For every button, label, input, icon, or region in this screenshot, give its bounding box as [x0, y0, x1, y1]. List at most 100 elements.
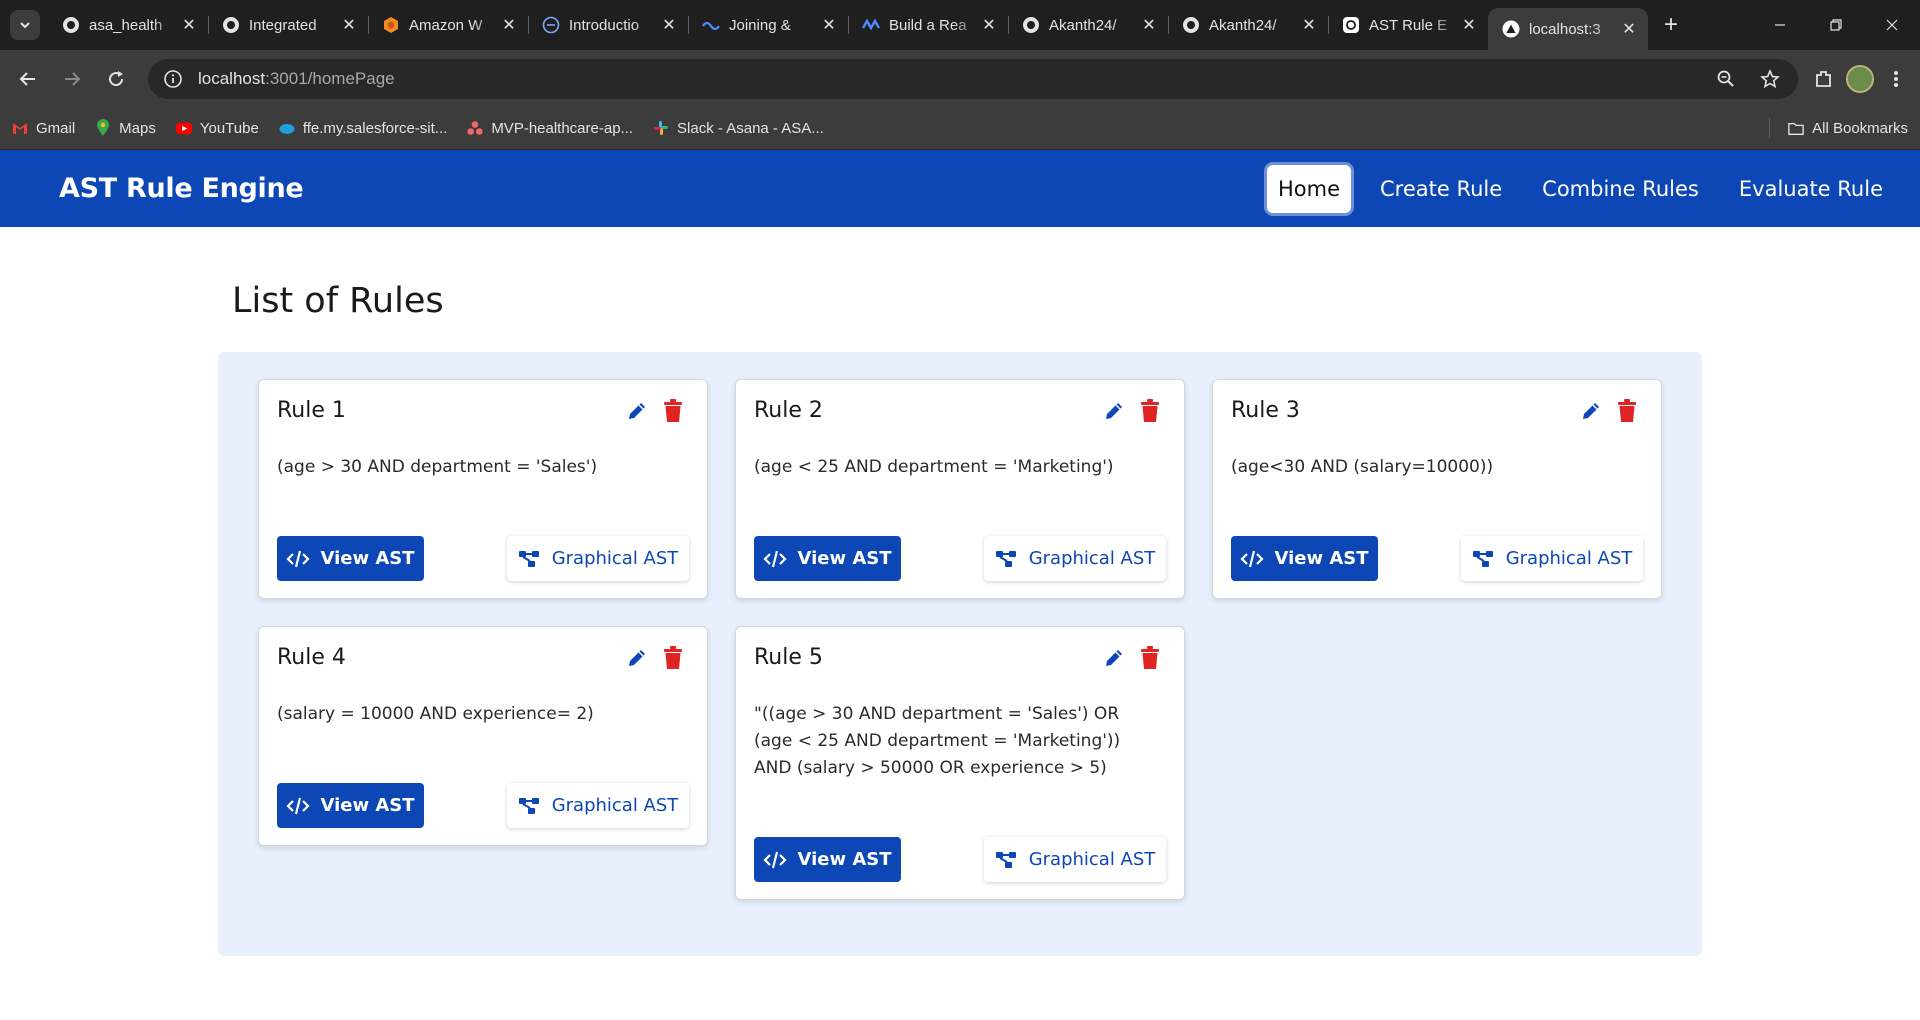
tab-title: Amazon W [409, 16, 483, 34]
edit-icon[interactable] [1102, 398, 1126, 424]
close-icon[interactable]: ✕ [500, 16, 518, 34]
zoom-icon[interactable] [1712, 65, 1740, 93]
wave-icon [702, 16, 720, 34]
nav-evaluate-rule[interactable]: Evaluate Rule [1728, 165, 1894, 213]
tab-search-button[interactable] [10, 10, 40, 40]
tab-title: asa_health [89, 16, 163, 34]
arrow-left-icon [19, 71, 35, 86]
browser-tab[interactable]: Introductio ✕ [528, 0, 688, 50]
graphical-ast-label: Graphical AST [1505, 548, 1633, 569]
edit-icon[interactable] [625, 645, 649, 671]
more-menu-icon[interactable] [1882, 65, 1910, 93]
bookmark-maps[interactable]: Maps [95, 119, 156, 137]
view-ast-label: View AST [797, 849, 892, 870]
graphical-ast-button[interactable]: Graphical AST [1461, 536, 1643, 581]
nav-home[interactable]: Home [1266, 164, 1351, 213]
tab-title: Introductio [569, 16, 640, 34]
browser-tab[interactable]: asa_health ✕ [48, 0, 208, 50]
graphical-ast-button[interactable]: Graphical AST [507, 536, 689, 581]
page-title: List of Rules [232, 281, 444, 321]
browser-tabstrip: asa_health ✕ Integrated ✕ Amazon W ✕ Int… [0, 0, 1920, 50]
graphical-ast-label: Graphical AST [1028, 849, 1156, 870]
trash-icon[interactable] [1615, 398, 1639, 424]
browser-tab-active[interactable]: localhost:3 ✕ [1488, 8, 1648, 50]
browser-toolbar: localhost:3001/homePage [0, 50, 1920, 107]
star-icon[interactable] [1756, 65, 1784, 93]
graphical-ast-button[interactable]: Graphical AST [984, 536, 1166, 581]
folder-icon [1788, 120, 1804, 136]
tab-title: Build a Rea [889, 16, 967, 34]
browser-tab[interactable]: Amazon W ✕ [368, 0, 528, 50]
new-tab-button[interactable]: + [1654, 8, 1688, 42]
minimize-button[interactable] [1752, 0, 1808, 50]
close-icon[interactable]: ✕ [1300, 16, 1318, 34]
reload-button[interactable] [98, 61, 134, 97]
github-icon [62, 16, 80, 34]
view-ast-button[interactable]: View AST [277, 536, 424, 581]
browser-tab[interactable]: Joining & ✕ [688, 0, 848, 50]
code-icon [763, 851, 788, 868]
edit-icon[interactable] [625, 398, 649, 424]
browser-tab[interactable]: Integrated ✕ [208, 0, 368, 50]
view-ast-button[interactable]: View AST [277, 783, 424, 828]
bookmark-salesforce[interactable]: ffe.my.salesforce-sit... [279, 120, 447, 137]
close-icon[interactable]: ✕ [660, 16, 678, 34]
all-bookmarks[interactable]: All Bookmarks [1769, 118, 1908, 138]
back-button[interactable] [10, 61, 46, 97]
browser-tab[interactable]: Build a Rea ✕ [848, 0, 1008, 50]
bookmark-gmail[interactable]: Gmail [12, 120, 75, 137]
bookmark-slack[interactable]: Slack - Asana - ASA... [653, 120, 824, 137]
rule-actions [625, 645, 685, 671]
close-icon[interactable]: ✕ [1460, 16, 1478, 34]
close-icon[interactable]: ✕ [1620, 20, 1638, 38]
view-ast-button[interactable]: View AST [1231, 536, 1378, 581]
view-ast-button[interactable]: View AST [754, 536, 901, 581]
edit-icon[interactable] [1579, 398, 1603, 424]
bookmark-label: YouTube [199, 119, 259, 137]
address-bar[interactable]: localhost:3001/homePage [148, 58, 1798, 99]
close-icon[interactable]: ✕ [1140, 16, 1158, 34]
site-info-icon[interactable] [162, 68, 184, 90]
nav-combine-rules[interactable]: Combine Rules [1531, 165, 1710, 213]
close-window-button[interactable] [1864, 0, 1920, 50]
rule-expression: "((age > 30 AND department = 'Sales') OR… [754, 704, 1121, 778]
rule-expression: (age > 30 AND department = 'Sales') [277, 457, 598, 477]
rule-expression: (age<30 AND (salary=10000)) [1231, 457, 1494, 477]
view-ast-label: View AST [1274, 548, 1369, 569]
trash-icon[interactable] [1138, 398, 1162, 424]
window-controls [1752, 0, 1920, 50]
view-ast-label: View AST [797, 548, 892, 569]
avatar[interactable] [1846, 64, 1874, 93]
browser-tab[interactable]: AST Rule E ✕ [1328, 0, 1488, 50]
graphical-ast-button[interactable]: Graphical AST [984, 837, 1166, 882]
bookmark-youtube[interactable]: YouTube [175, 119, 259, 137]
rule-card: Rule 1 (age > 30 AND department = 'Sales… [258, 379, 708, 599]
browser-tab[interactable]: Akanth24/ ✕ [1008, 0, 1168, 50]
asana-icon [467, 120, 483, 136]
trash-icon[interactable] [661, 645, 685, 671]
close-icon[interactable]: ✕ [340, 16, 358, 34]
bookmark-asana[interactable]: MVP-healthcare-ap... [467, 120, 633, 137]
close-icon[interactable]: ✕ [820, 16, 838, 34]
edit-icon[interactable] [1102, 645, 1126, 671]
graphical-ast-button[interactable]: Graphical AST [507, 783, 689, 828]
close-icon[interactable]: ✕ [980, 16, 998, 34]
trash-icon[interactable] [1138, 645, 1162, 671]
nav-create-rule[interactable]: Create Rule [1369, 165, 1513, 213]
github-icon [222, 16, 240, 34]
rule-actions [1102, 645, 1162, 671]
maps-icon [95, 119, 111, 136]
close-icon[interactable]: ✕ [180, 16, 198, 34]
forward-button[interactable] [54, 61, 90, 97]
view-ast-button[interactable]: View AST [754, 837, 901, 882]
trash-icon[interactable] [661, 398, 685, 424]
rule-actions [1579, 398, 1639, 424]
brand-title[interactable]: AST Rule Engine [59, 173, 304, 204]
code-icon [1240, 550, 1265, 567]
restore-button[interactable] [1808, 0, 1864, 50]
browser-tab[interactable]: Akanth24/ ✕ [1168, 0, 1328, 50]
diagram-icon [518, 797, 539, 814]
tab-title: Akanth24/ [1209, 16, 1277, 34]
tab-title: localhost:3 [1529, 20, 1601, 38]
extensions-icon[interactable] [1810, 65, 1838, 93]
